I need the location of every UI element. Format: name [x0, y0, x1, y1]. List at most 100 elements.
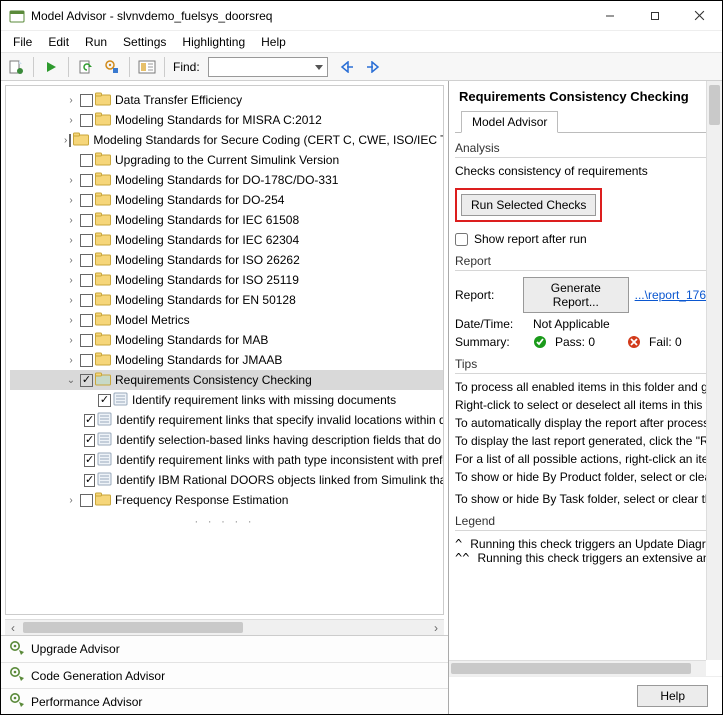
menu-run[interactable]: Run	[79, 33, 113, 51]
tree-checkbox[interactable]	[80, 494, 93, 507]
tree-checkbox[interactable]	[69, 134, 71, 147]
tree-checkbox[interactable]	[80, 334, 93, 347]
twisty-icon[interactable]: ›	[64, 235, 78, 246]
tree-checkbox[interactable]	[80, 274, 93, 287]
find-input[interactable]	[208, 57, 328, 77]
tree-row[interactable]: ›Modeling Standards for IEC 62304	[10, 230, 443, 250]
advisor-icon	[9, 640, 25, 659]
tree-row[interactable]: ›Modeling Standards for MAB	[10, 330, 443, 350]
close-button[interactable]	[677, 1, 722, 31]
refresh-icon[interactable]	[75, 56, 97, 78]
tree-row[interactable]: ›Modeling Standards for IEC 61508	[10, 210, 443, 230]
find-prev-icon[interactable]	[336, 56, 358, 78]
show-report-checkbox[interactable]: Show report after run	[455, 232, 706, 246]
app-icon	[9, 8, 25, 24]
tree-row[interactable]: ›Modeling Standards for ISO 26262	[10, 250, 443, 270]
advisor-item[interactable]: Upgrade Advisor	[1, 636, 448, 662]
twisty-icon[interactable]: ›	[64, 135, 67, 146]
twisty-icon[interactable]: ›	[64, 195, 78, 206]
tree-checkbox[interactable]	[80, 314, 93, 327]
tree-label: Identify requirement links that specify …	[116, 413, 444, 427]
run-selected-checks-button[interactable]: Run Selected Checks	[461, 194, 596, 216]
tab-model-advisor[interactable]: Model Advisor	[461, 111, 558, 133]
tree-row[interactable]: ⌄✓Requirements Consistency Checking	[10, 370, 443, 390]
twisty-icon[interactable]: ›	[64, 95, 78, 106]
tree-checkbox[interactable]: ✓	[84, 474, 95, 487]
tree-row[interactable]: ›Modeling Standards for ISO 25119	[10, 270, 443, 290]
details-vertical-scrollbar[interactable]	[706, 81, 722, 660]
tree-row[interactable]: ✓Identify requirement links with path ty…	[10, 450, 443, 470]
settings-icon[interactable]	[101, 56, 123, 78]
twisty-icon[interactable]: ›	[64, 175, 78, 186]
help-button[interactable]: Help	[637, 685, 708, 707]
folder-icon	[95, 312, 111, 329]
tree-checkbox[interactable]	[80, 234, 93, 247]
generate-report-button[interactable]: Generate Report...	[523, 277, 629, 313]
menu-edit[interactable]: Edit	[42, 33, 75, 51]
twisty-icon[interactable]: ›	[64, 275, 78, 286]
twisty-icon[interactable]: ›	[64, 315, 78, 326]
tree-checkbox[interactable]	[80, 114, 93, 127]
find-next-icon[interactable]	[362, 56, 384, 78]
tree-row[interactable]: ›Modeling Standards for DO-178C/DO-331	[10, 170, 443, 190]
chevron-down-icon[interactable]	[314, 61, 324, 73]
twisty-icon[interactable]: ›	[64, 355, 78, 366]
minimize-button[interactable]	[587, 1, 632, 31]
twisty-icon[interactable]: ⌄	[64, 375, 78, 386]
advisor-item[interactable]: Code Generation Advisor	[1, 662, 448, 688]
tree-checkbox[interactable]	[80, 294, 93, 307]
tree-checkbox[interactable]: ✓	[84, 434, 95, 447]
tree-label: Identify selection-based links having de…	[116, 433, 444, 447]
twisty-icon[interactable]: ›	[64, 335, 78, 346]
tree-checkbox[interactable]: ✓	[80, 374, 93, 387]
twisty-icon[interactable]: ›	[64, 255, 78, 266]
tree-horizontal-scrollbar[interactable]: ‹›	[5, 619, 444, 635]
tree-checkbox[interactable]: ✓	[84, 414, 95, 427]
tree-checkbox[interactable]	[80, 214, 93, 227]
tree-row[interactable]: ›Modeling Standards for Secure Coding (C…	[10, 130, 443, 150]
tree-row[interactable]: ›Modeling Standards for MISRA C:2012	[10, 110, 443, 130]
tree-checkbox[interactable]: ✓	[84, 454, 95, 467]
menu-settings[interactable]: Settings	[117, 33, 172, 51]
tree-checkbox[interactable]	[80, 354, 93, 367]
tree-row[interactable]: Upgrading to the Current Simulink Versio…	[10, 150, 443, 170]
menu-highlighting[interactable]: Highlighting	[176, 33, 251, 51]
tree-checkbox[interactable]	[80, 94, 93, 107]
tree-checkbox[interactable]	[80, 194, 93, 207]
run-icon[interactable]	[40, 56, 62, 78]
tree-label: Modeling Standards for EN 50128	[115, 293, 296, 307]
tree-checkbox[interactable]	[80, 154, 93, 167]
check-tree[interactable]: ›Data Transfer Efficiency›Modeling Stand…	[5, 85, 444, 615]
advisor-label: Upgrade Advisor	[31, 642, 120, 656]
twisty-icon[interactable]: ›	[64, 115, 78, 126]
twisty-icon[interactable]: ›	[64, 215, 78, 226]
tree-row[interactable]: ✓Identify IBM Rational DOORS objects lin…	[10, 470, 443, 490]
folder-icon	[95, 172, 111, 189]
tree-row[interactable]: › Modeling Standards for EN 50128	[10, 290, 443, 310]
tree-checkbox[interactable]	[80, 174, 93, 187]
details-horizontal-scrollbar[interactable]	[449, 660, 706, 676]
tree-row[interactable]: ✓ Identify requirement links that specify…	[10, 410, 443, 430]
legend-row: ^^Running this check triggers an extensi…	[455, 551, 706, 565]
tree-checkbox[interactable]: ✓	[98, 394, 111, 407]
maximize-button[interactable]	[632, 1, 677, 31]
tree-row[interactable]: ›Model Metrics	[10, 310, 443, 330]
report-path-link[interactable]: ...\report_176	[635, 288, 706, 302]
tree-row[interactable]: ›Frequency Response Estimation	[10, 490, 443, 510]
tree-checkbox[interactable]	[80, 254, 93, 267]
twisty-icon[interactable]: ›	[64, 495, 78, 506]
legend-row: ^Running this check triggers an Update D…	[455, 537, 706, 551]
tree-row[interactable]: ›Data Transfer Efficiency	[10, 90, 443, 110]
menu-help[interactable]: Help	[255, 33, 292, 51]
report-icon[interactable]	[136, 56, 158, 78]
tree-row[interactable]: ›Modeling Standards for JMAAB	[10, 350, 443, 370]
menu-file[interactable]: File	[7, 33, 38, 51]
splitter-handle[interactable]: · · · · ·	[6, 514, 443, 522]
tree-row[interactable]: ✓Identify requirement links with missing…	[10, 390, 443, 410]
new-icon[interactable]	[5, 56, 27, 78]
tree-row[interactable]: ✓ Identify selection-based links having d…	[10, 430, 443, 450]
analysis-heading: Analysis	[455, 141, 706, 158]
advisor-item[interactable]: Performance Advisor	[1, 688, 448, 714]
tree-row[interactable]: ›Modeling Standards for DO-254	[10, 190, 443, 210]
twisty-icon[interactable]: ›	[64, 295, 78, 306]
